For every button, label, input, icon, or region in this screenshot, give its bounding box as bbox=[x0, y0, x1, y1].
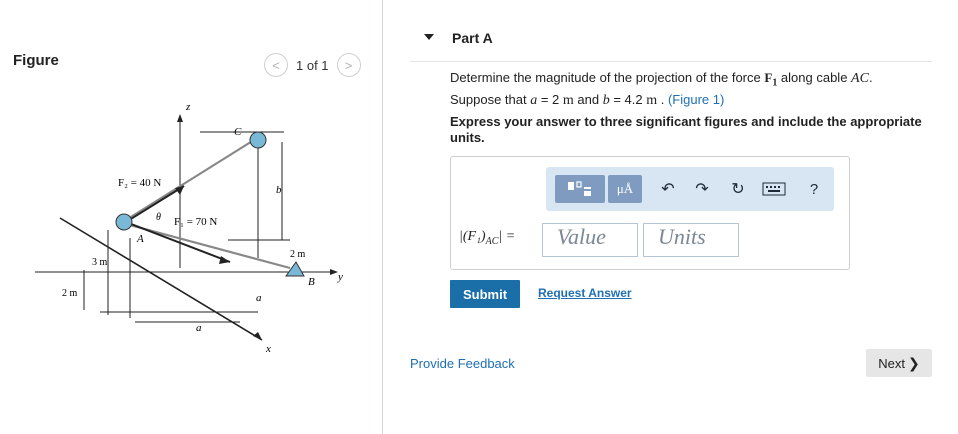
answer-label-end: | = bbox=[498, 229, 516, 244]
q-text: = 4.2 bbox=[609, 91, 647, 107]
template-button[interactable] bbox=[555, 175, 605, 203]
units-button[interactable]: μÅ bbox=[608, 175, 642, 203]
label-3m: 3 m bbox=[92, 257, 108, 268]
q-text: and bbox=[573, 91, 603, 107]
label-b: b bbox=[276, 184, 282, 196]
label-x: x bbox=[265, 343, 271, 355]
math-toolbar: μÅ ↶ ↷ ↻ ? bbox=[546, 167, 834, 211]
part-title: Part A bbox=[452, 30, 493, 46]
label-F2: F₂ = 40 N bbox=[118, 177, 161, 189]
next-figure-button[interactable]: > bbox=[336, 53, 361, 77]
label-B: B bbox=[308, 276, 315, 288]
label-a-right: a bbox=[256, 292, 262, 304]
F1-arrowhead bbox=[219, 256, 230, 264]
answer-label-sub: AC bbox=[485, 235, 499, 247]
provide-feedback-link[interactable]: Provide Feedback bbox=[410, 356, 515, 371]
ring-A bbox=[115, 213, 133, 231]
q-text: Suppose that bbox=[450, 91, 531, 107]
label-2m-left: 2 m bbox=[62, 288, 78, 299]
answer-label-main: |(F₁) bbox=[459, 229, 486, 244]
instructions: Express your answer to three significant… bbox=[450, 114, 922, 145]
undo-icon[interactable]: ↶ bbox=[658, 179, 678, 199]
label-a-bottom: a bbox=[196, 322, 202, 334]
request-answer-link[interactable]: Request Answer bbox=[538, 286, 632, 300]
q-text: . bbox=[868, 70, 873, 85]
figure-1-link[interactable]: (Figure 1) bbox=[668, 92, 724, 107]
question-text: Determine the magnitude of the projectio… bbox=[450, 70, 930, 109]
collapse-caret-icon[interactable] bbox=[424, 34, 434, 40]
next-label: Next bbox=[878, 355, 905, 371]
q-unit: m bbox=[562, 92, 574, 108]
x-arrowhead bbox=[253, 332, 262, 340]
support-C bbox=[249, 131, 267, 149]
next-button[interactable]: Next ❯ bbox=[866, 349, 932, 377]
z-arrowhead bbox=[177, 114, 183, 122]
units-input[interactable]: Units bbox=[643, 223, 739, 257]
label-C: C bbox=[234, 126, 242, 138]
label-z: z bbox=[185, 101, 191, 113]
redo-icon[interactable]: ↷ bbox=[692, 179, 712, 199]
q-text: Determine the magnitude of the projectio… bbox=[450, 70, 765, 85]
keyboard-icon[interactable] bbox=[760, 179, 788, 199]
support-B bbox=[285, 261, 305, 277]
submit-button[interactable]: Submit bbox=[450, 280, 520, 308]
pager-text: 1 of 1 bbox=[296, 57, 329, 73]
label-F1: F₁ = 70 N bbox=[174, 216, 217, 228]
answer-box: μÅ ↶ ↷ ↻ ? |(F₁)AC| = Value Units bbox=[450, 156, 850, 270]
figure-panel: Figure < 1 of 1 > z C F₂ = 40 N θ F₁ = 7… bbox=[0, 0, 382, 434]
q-cable: AC bbox=[851, 71, 869, 86]
force-diagram: z C F₂ = 40 N θ F₁ = 70 N A b 3 m 2 m 2 … bbox=[35, 101, 343, 355]
q-var-b: b bbox=[602, 92, 610, 108]
question-line-1: Determine the magnitude of the projectio… bbox=[450, 70, 930, 92]
prev-figure-button[interactable]: < bbox=[264, 53, 288, 77]
figure-title: Figure bbox=[13, 52, 59, 69]
panel-divider bbox=[382, 0, 383, 434]
value-input[interactable]: Value bbox=[542, 223, 638, 257]
label-2m-right: 2 m bbox=[290, 249, 306, 260]
q-unit: m bbox=[646, 92, 658, 108]
q-text: . bbox=[657, 91, 668, 107]
templates-icon bbox=[568, 181, 591, 196]
label-y: y bbox=[337, 271, 343, 283]
help-icon[interactable]: ? bbox=[804, 179, 824, 199]
reset-icon[interactable]: ↻ bbox=[728, 179, 748, 199]
figure-pager: < 1 of 1 > bbox=[264, 53, 361, 77]
chevron-right-icon: ❯ bbox=[908, 354, 920, 371]
answer-label: |(F₁)AC| = bbox=[459, 229, 515, 247]
y-arrowhead bbox=[330, 269, 338, 275]
label-theta: θ bbox=[156, 212, 161, 223]
q-text: = 2 bbox=[537, 91, 563, 107]
q-text: along cable bbox=[777, 70, 852, 85]
question-line-2: Suppose that a = 2 m and b = 4.2 m . (Fi… bbox=[450, 92, 930, 109]
part-a-header[interactable]: Part A bbox=[410, 18, 932, 62]
label-A: A bbox=[136, 233, 144, 245]
